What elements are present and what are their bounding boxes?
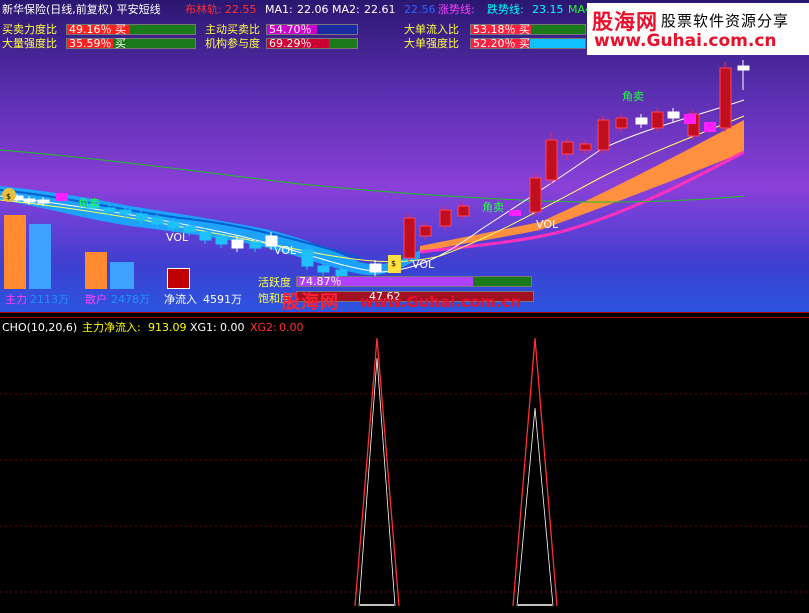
indicator-label: 大单强度比 [404,37,459,50]
watermark-brand-mid: 股海网 [282,292,339,312]
candle-body [667,111,680,119]
candle-body [615,117,628,129]
up-trend-label: 涨势线: [438,3,475,16]
candle-body [249,241,262,249]
orange-channel-band [420,120,744,252]
ma2-value: 22.61 [364,3,396,16]
ma1-value: 22.06 [297,3,329,16]
activity-bar: 74.87％ [296,275,532,288]
candle-body [561,141,574,155]
indicator-value: 69.29％ [269,37,312,50]
security-title: 新华保险(日线,前复权) 平安短线 [2,3,161,16]
cho-name: CHO(10,20,6) [2,321,78,334]
boll-value: 22.55 [225,3,257,16]
candle-body [597,119,610,151]
indicator-label: 买卖力度比 [2,23,57,36]
indicator-bar: 54.70％ [266,23,358,36]
candle-body [579,143,592,151]
main-force-label: 主力 [5,293,27,306]
indicator-value: 35.59％ 买 [69,37,126,50]
main-chart-panel[interactable]: $ $ 新华保险(日线,前复权) 平安短线 布林轨: 22.55 MA1: 22… [0,0,809,312]
candle-body [635,117,648,125]
vol-label-3: VOL [412,258,435,271]
candle-body [439,209,452,227]
ma1-label: MA1: [265,3,293,16]
vol-label-1: VOL [166,231,189,244]
cho-main-value: 913.09 [148,321,187,334]
indicator-bar: 52.20％ 买 [470,37,586,50]
candle-body [37,199,50,204]
cho-chart[interactable] [0,318,809,613]
vol-label-4: VOL [536,218,559,231]
candle-body [215,235,228,245]
indicator-value: 54.70％ [269,23,312,36]
down-trend-label: 跌势线: [487,3,524,16]
xg2-label: XG2: [250,321,277,334]
vol-label-2: VOL [274,244,297,257]
indicator-label: 主动买卖比 [205,23,260,36]
xg1-label: XG1: [190,321,217,334]
watermark-url: www.Guhai.com.cn [594,31,777,51]
money-bag-icon-left: $ [2,188,16,202]
candle-body [419,225,432,237]
indicator-bar: 69.29％ [266,37,358,50]
candle-body [369,263,382,273]
svg-text:$: $ [391,259,396,268]
candle-body [167,221,180,229]
candle-body [23,198,36,203]
candle-body [651,111,664,129]
cho-indicator-panel[interactable]: CHO(10,20,6) 主力净流入: 913.09 XG1: 0.00 XG2… [0,318,809,613]
candle-body [545,139,558,181]
indicator-bar: 53.18％ 买 [470,23,586,36]
mid-value: 22.56 [404,3,436,16]
indicator-value: 49.16％ 买 [69,23,126,36]
candle-body [719,67,732,129]
candle-body [737,65,750,71]
watermark-slogan: 股票软件资源分享 [661,12,790,30]
candle-body [529,177,542,213]
jiaomai-label-3: 角卖 [78,197,100,210]
indicator-label: 大单流入比 [404,23,459,36]
indicator-value: 52.20％ 买 [473,37,530,50]
candle-body [301,249,314,267]
grid-lines [0,393,809,593]
net-inflow-value: 4591万 [203,293,242,306]
boll-label: 布林轨: [185,3,222,16]
retail-value: 2478万 [111,293,150,306]
cho-spike-2-red [512,337,558,607]
retail-label: 散户 [85,293,107,306]
candle-body [151,217,164,225]
jiaomai-label-1: 角卖 [622,90,644,103]
candle-body [403,217,416,259]
cho-spike-1-white [358,357,396,607]
activity-value: 74.87％ [299,275,342,288]
candle-body [135,213,148,221]
candle-body [231,239,244,249]
down-trend-value: 23.15 [532,3,564,16]
candle-body [119,209,132,215]
jiaomai-label-2: 角卖 [482,201,504,214]
candle-body [199,231,212,241]
cho-spike-2-white [516,407,554,607]
candle-body [317,265,330,273]
indicator-bar: 35.59％ 买 [66,37,196,50]
ma2-label: MA2: [332,3,360,16]
money-bag-icon-mid: $ [388,255,401,273]
candle-body [103,207,116,213]
watermark-url-mid: www.Guhai.com.cn [360,293,522,311]
candle-body [457,205,470,217]
svg-text:$: $ [6,192,11,201]
xg1-value: 0.00 [220,321,245,334]
main-force-value: 2113万 [30,293,69,306]
indicator-label: 机构参与度 [205,37,260,50]
net-inflow-label: 净流入 [164,293,197,306]
indicator-value: 53.18％ 买 [473,23,530,36]
indicator-bar: 49.16％ 买 [66,23,196,36]
cho-main-label: 主力净流入: [82,321,141,334]
xg2-value: 0.00 [279,321,304,334]
indicator-label: 大量强度比 [2,37,57,50]
